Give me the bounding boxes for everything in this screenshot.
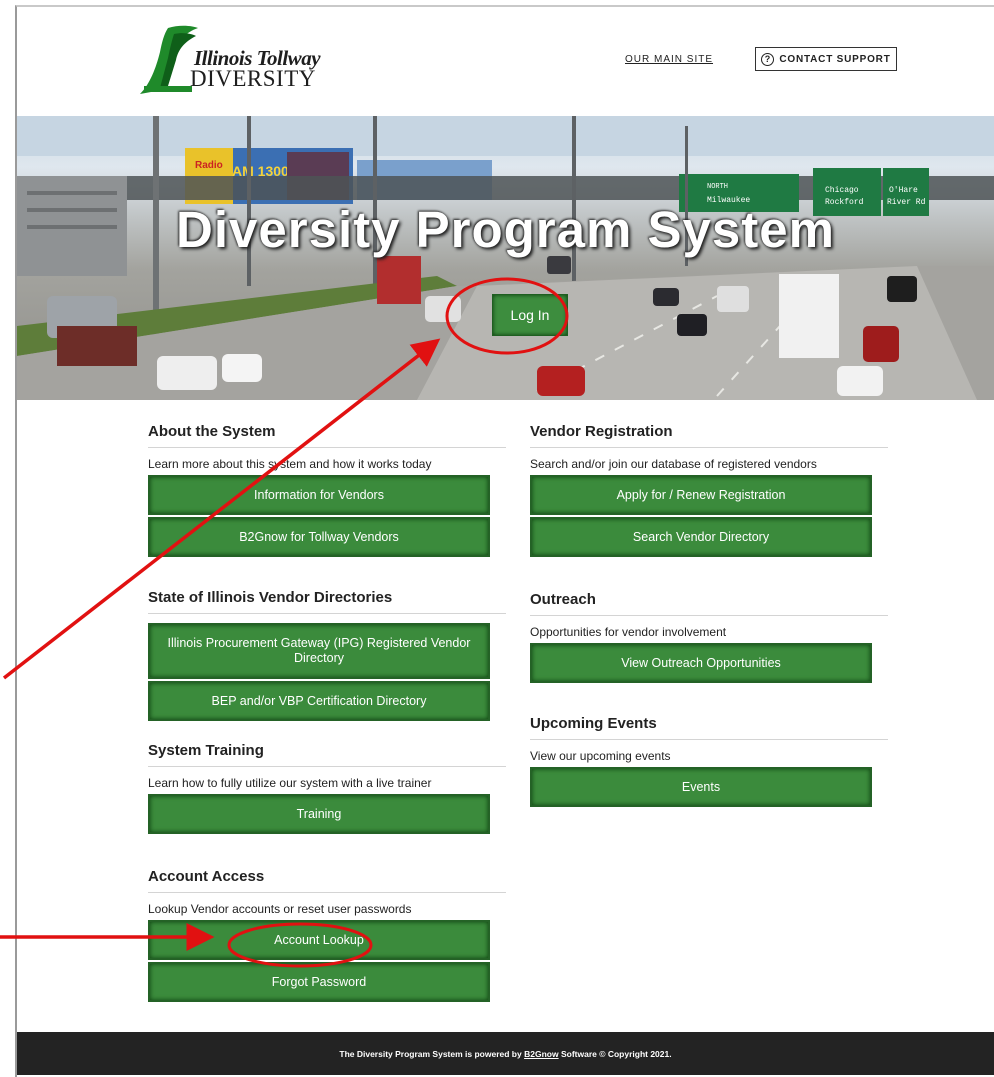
events-button[interactable]: Events — [530, 767, 872, 807]
state-directories-title: State of Illinois Vendor Directories — [148, 588, 506, 614]
contact-support-button[interactable]: ? CONTACT SUPPORT — [755, 47, 897, 71]
training-button[interactable]: Training — [148, 794, 490, 834]
our-main-site-link[interactable]: OUR MAIN SITE — [625, 54, 713, 65]
svg-text:NORTH: NORTH — [707, 183, 728, 191]
svg-text:Chicago: Chicago — [825, 186, 859, 195]
contact-support-label: CONTACT SUPPORT — [779, 53, 891, 65]
hero-title: Diversity Program System — [176, 201, 835, 258]
account-lookup-button[interactable]: Account Lookup — [148, 920, 490, 960]
about-desc: Learn more about this system and how it … — [148, 457, 432, 471]
account-access-section: Account Access Lookup Vendor accounts or… — [148, 867, 506, 1004]
outreach-title: Outreach — [530, 590, 888, 616]
vendor-registration-desc: Search and/or join our database of regis… — [530, 457, 817, 471]
information-for-vendors-button[interactable]: Information for Vendors — [148, 475, 490, 515]
footer-prefix: The Diversity Program System is powered … — [339, 1048, 522, 1059]
forgot-password-button[interactable]: Forgot Password — [148, 962, 490, 1002]
account-access-desc: Lookup Vendor accounts or reset user pas… — [148, 902, 412, 916]
b2gnow-link[interactable]: B2Gnow — [524, 1049, 558, 1059]
upcoming-events-section: Upcoming Events View our upcoming events… — [530, 714, 888, 809]
upcoming-events-desc: View our upcoming events — [530, 749, 671, 763]
footer: The Diversity Program System is powered … — [17, 1032, 994, 1075]
ipg-registered-vendor-directory-button[interactable]: Illinois Procurement Gateway (IPG) Regis… — [148, 623, 490, 679]
login-button[interactable]: Log In — [492, 294, 568, 336]
training-section: System Training Learn how to fully utili… — [148, 741, 506, 836]
svg-text:O'Hare: O'Hare — [889, 186, 918, 195]
view-outreach-opportunities-button[interactable]: View Outreach Opportunities — [530, 643, 872, 683]
about-title: About the System — [148, 422, 506, 448]
b2gnow-for-tollway-vendors-button[interactable]: B2Gnow for Tollway Vendors — [148, 517, 490, 557]
about-section: About the System Learn more about this s… — [148, 422, 506, 559]
tollway-diversity-logo[interactable]: Illinois Tollway DIVERSITY — [138, 24, 338, 96]
training-title: System Training — [148, 741, 506, 767]
account-access-title: Account Access — [148, 867, 506, 893]
footer-suffix: Software © Copyright 2021. — [560, 1048, 672, 1059]
training-desc: Learn how to fully utilize our system wi… — [148, 776, 432, 790]
outreach-section: Outreach Opportunities for vendor involv… — [530, 590, 888, 685]
vendor-registration-section: Vendor Registration Search and/or join o… — [530, 422, 888, 559]
apply-renew-registration-button[interactable]: Apply for / Renew Registration — [530, 475, 872, 515]
logo-line2: DIVERSITY — [190, 66, 316, 91]
bep-vbp-certification-directory-button[interactable]: BEP and/or VBP Certification Directory — [148, 681, 490, 721]
hero-banner: Radio AM 1300 NORTH Milwaukee Chicago Ro… — [17, 116, 994, 400]
vendor-registration-title: Vendor Registration — [530, 422, 888, 448]
help-circle-icon: ? — [761, 52, 775, 66]
state-directories-section: State of Illinois Vendor Directories Ill… — [148, 588, 506, 723]
svg-text:Radio: Radio — [195, 160, 223, 171]
outreach-desc: Opportunities for vendor involvement — [530, 625, 727, 639]
search-vendor-directory-button[interactable]: Search Vendor Directory — [530, 517, 872, 557]
upcoming-events-title: Upcoming Events — [530, 714, 888, 740]
